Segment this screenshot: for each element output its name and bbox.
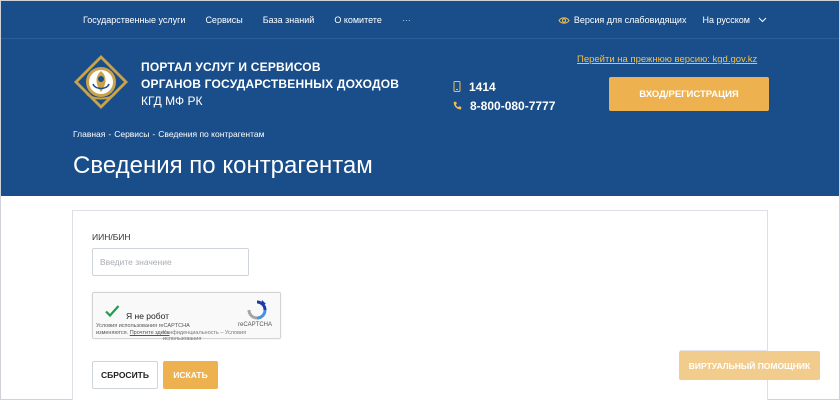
eye-icon <box>558 16 570 24</box>
search-button[interactable]: ИСКАТЬ <box>163 361 218 389</box>
breadcrumb-separator: - <box>152 129 156 139</box>
language-label: На русском <box>702 15 750 25</box>
breadcrumb-services[interactable]: Сервисы <box>114 129 149 139</box>
recaptcha-terms-changed: изменяются. <box>96 330 129 336</box>
phone-short: 1414 <box>469 79 496 94</box>
old-version-link[interactable]: Перейти на прежнюю версию: kgd.gov.kz <box>577 54 757 65</box>
phone-long-row[interactable]: 8-800-080-7777 <box>453 96 555 115</box>
topnav-item-knowledge-base[interactable]: База знаний <box>263 15 315 25</box>
accessibility-version-link[interactable]: Версия для слабовидящих <box>558 15 687 25</box>
checkmark-icon[interactable] <box>104 303 120 319</box>
recaptcha-logo-icon <box>247 300 267 320</box>
phone-long: 8-800-080-7777 <box>470 98 556 113</box>
org-name-line2: ОРГАНОВ ГОСУДАРСТВЕННЫХ ДОХОДОВ <box>141 77 400 91</box>
org-name-line1: ПОРТАЛ УСЛУГ И СЕРВИСОВ <box>141 60 321 74</box>
organization-name: ПОРТАЛ УСЛУГ И СЕРВИСОВ ОРГАНОВ ГОСУДАРС… <box>141 59 399 110</box>
top-nav: Государственные услуги Сервисы База знан… <box>83 1 411 39</box>
top-right-controls: Версия для слабовидящих На русском <box>558 1 767 39</box>
page-title: Сведения по контрагентам <box>73 152 373 179</box>
topnav-item-gov-services[interactable]: Государственные услуги <box>83 15 185 25</box>
recaptcha-privacy-terms[interactable]: Конфиденциальность – Условия использован… <box>163 330 280 342</box>
contact-phones: 1414 8-800-080-7777 <box>453 77 555 115</box>
language-selector[interactable]: На русском <box>702 15 767 25</box>
recaptcha-widget: Я не робот reCAPTCHA Условия использован… <box>92 292 281 342</box>
chevron-down-icon <box>758 17 767 23</box>
mobile-phone-icon <box>453 81 461 92</box>
iin-bin-label: ИИН/БИН <box>92 232 131 242</box>
reset-button[interactable]: СБРОСИТЬ <box>92 361 158 389</box>
phone-short-row[interactable]: 1414 <box>453 77 555 96</box>
topnav-item-services[interactable]: Сервисы <box>205 15 242 25</box>
virtual-assistant-button[interactable]: ВИРТУАЛЬНЫЙ ПОМОЩНИК <box>679 351 820 380</box>
iin-bin-input[interactable] <box>92 248 249 276</box>
breadcrumb: Главная - Сервисы - Сведения по контрагентам <box>73 129 264 139</box>
recaptcha-terms-line2: изменяются. Прочтите здесь <box>96 330 169 336</box>
top-navigation-bar: Государственные услуги Сервисы База знан… <box>1 1 839 39</box>
login-register-button[interactable]: ВХОД/РЕГИСТРАЦИЯ <box>609 77 769 111</box>
breadcrumb-current: Сведения по контрагентам <box>158 129 265 139</box>
recaptcha-brand: reCAPTCHA <box>238 322 273 328</box>
topnav-more-button[interactable]: ··· <box>402 15 411 25</box>
recaptcha-terms-line1: Условия использования reCAPTCHA <box>96 323 190 329</box>
phone-icon <box>453 101 462 110</box>
site-header: ПОРТАЛ УСЛУГ И СЕРВИСОВ ОРГАНОВ ГОСУДАРС… <box>1 39 839 196</box>
topnav-item-about[interactable]: О комитете <box>334 15 382 25</box>
accessibility-label: Версия для слабовидящих <box>573 15 687 25</box>
emblem-logo-icon[interactable] <box>73 54 129 110</box>
breadcrumb-separator: - <box>108 129 112 139</box>
org-name-line3: КГД МФ РК <box>141 94 203 108</box>
captcha-checkbox-label: Я не робот <box>126 311 170 321</box>
breadcrumb-home[interactable]: Главная <box>73 129 105 139</box>
